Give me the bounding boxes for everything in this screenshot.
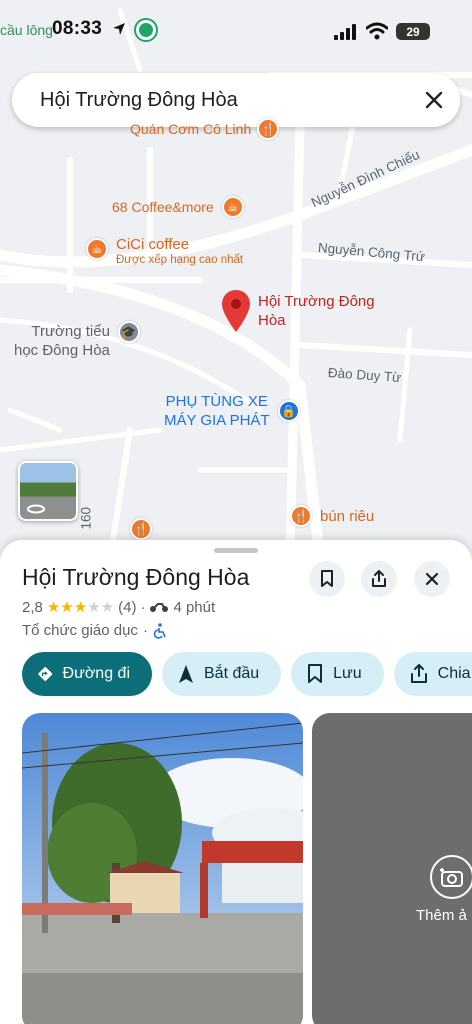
category: Tổ chức giáo dục	[22, 622, 138, 639]
category-row: Tổ chức giáo dục ·	[22, 622, 167, 639]
review-count: (4)	[118, 598, 137, 616]
poi-label: Hội Trường Đông Hòa	[258, 293, 375, 329]
poi-sublabel: Được xếp hạng cao nhất	[116, 254, 244, 266]
poi-label-line1: Trường tiểu	[31, 323, 110, 340]
wifi-icon	[366, 22, 388, 40]
place-sheet[interactable]: Hội Trường Đông Hòa 2,8 ★★★★★ (4) · 4 ph…	[0, 540, 472, 1024]
poi-school[interactable]: Trường tiểu học Đông Hòa 🎓	[14, 321, 140, 360]
place-title: Hội Trường Đông Hòa	[22, 564, 250, 590]
road-label: 160	[78, 506, 94, 530]
status-bar: cầu lông 08:33 29	[0, 0, 472, 60]
save-button[interactable]: Lưu	[291, 652, 384, 696]
directions-label: Đường đi	[62, 665, 130, 682]
poi-label: CiCi coffee	[116, 236, 190, 253]
add-photo-camera-icon	[440, 868, 463, 887]
share-icon	[372, 570, 386, 587]
clear-search-button[interactable]	[408, 73, 460, 127]
directions-icon	[38, 667, 53, 681]
add-photo-button[interactable]	[430, 855, 472, 899]
navigation-arrow-icon	[179, 665, 193, 683]
bookmark-icon	[308, 664, 323, 683]
start-label: Bắt đầu	[204, 665, 260, 682]
school-icon: 🎓	[117, 321, 140, 343]
poi-label-line2: học Đông Hòa	[14, 342, 110, 359]
poi-quan-com[interactable]: Quán Cơm Cô Linh 🍴	[130, 118, 280, 140]
add-photo-tile[interactable]: Thêm ả	[312, 713, 472, 1024]
poi-bun-rieu[interactable]: 🍴 bún riêu	[290, 505, 374, 527]
cellular-signal-icon	[334, 24, 356, 40]
save-label: Lưu	[333, 665, 362, 682]
poi-label: bún riêu	[320, 507, 375, 525]
close-icon	[425, 572, 439, 586]
battery-indicator: 29	[396, 23, 430, 40]
street-view-icon	[27, 504, 45, 514]
separator: ·	[142, 622, 148, 639]
restaurant-icon: 🍴	[130, 518, 152, 540]
poi-phu-tung[interactable]: PHỤ TÙNG XE MÁY GIA PHÁT 🔒	[164, 392, 300, 430]
street-view-thumbnail[interactable]	[18, 461, 78, 521]
close-sheet-button[interactable]	[414, 561, 450, 597]
coffee-icon: ☕	[221, 196, 244, 218]
green-location-icon	[136, 20, 156, 40]
share-label: Chia	[437, 665, 471, 682]
poi-label: Quán Cơm Cô Linh	[130, 120, 252, 137]
poi-cici-coffee[interactable]: ☕ CiCi coffee Được xếp hạng cao nhất	[86, 236, 243, 267]
search-query[interactable]: Hội Trường Đông Hòa	[40, 89, 408, 112]
poi-restaurant-unnamed[interactable]: 🍴	[130, 518, 152, 540]
start-button[interactable]: Bắt đầu	[162, 652, 282, 696]
motorbike-icon	[150, 603, 169, 612]
poi-label: 68 Coffee&more	[112, 198, 214, 215]
share-icon	[410, 664, 427, 683]
place-photo[interactable]	[22, 713, 303, 1024]
street-photo	[22, 713, 303, 1024]
close-icon	[425, 91, 443, 109]
restaurant-icon: 🍴	[257, 118, 280, 140]
shopping-bag-icon: 🔒	[277, 400, 300, 422]
red-pin-icon	[222, 290, 250, 332]
directions-button[interactable]: Đường đi	[22, 652, 152, 696]
add-photo-label: Thêm ả	[416, 907, 467, 924]
poi-68-coffee[interactable]: 68 Coffee&more ☕	[112, 196, 244, 218]
poi-label-line2: MÁY GIA PHÁT	[164, 412, 270, 429]
rating-row[interactable]: 2,8 ★★★★★ (4) · 4 phút	[22, 598, 216, 617]
poi-selected-place[interactable]: Hội Trường Đông Hòa	[222, 290, 388, 332]
location-arrow-icon	[113, 23, 125, 35]
wheelchair-accessible-icon	[153, 622, 166, 639]
poi-label-line1: PHỤ TÙNG XE	[165, 393, 268, 410]
sheet-drag-handle[interactable]	[214, 548, 258, 553]
action-chips: Đường đi Bắt đầu Lưu Chia	[22, 652, 472, 696]
coffee-icon: ☕	[86, 238, 108, 260]
share-button[interactable]	[361, 561, 397, 597]
restaurant-icon: 🍴	[290, 505, 312, 527]
star-rating: ★★★★★	[46, 599, 115, 616]
share-chip[interactable]: Chia	[393, 652, 472, 696]
map-fragment-label: cầu lông	[0, 22, 53, 38]
travel-time: 4 phút	[173, 598, 216, 616]
separator: ·	[140, 598, 146, 616]
bookmark-button[interactable]	[309, 561, 345, 597]
clock: 08:33	[52, 18, 103, 39]
map-view[interactable]: cầu lông 08:33 29 Hội Trường Đông Hòa Qu	[0, 0, 472, 560]
bookmark-icon	[321, 570, 333, 587]
rating-value: 2,8	[22, 598, 43, 616]
